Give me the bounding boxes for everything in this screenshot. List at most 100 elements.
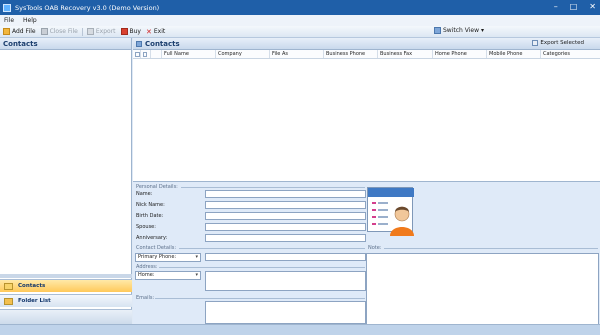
card-bullet [372, 209, 376, 211]
address-type-select[interactable]: Home: ▾ [135, 271, 201, 280]
left-pane-header: Contacts [0, 38, 131, 50]
menu-file[interactable]: File [4, 17, 14, 24]
export-selected-label: Export Selected [540, 40, 584, 46]
spouse-field[interactable] [205, 223, 366, 231]
anniversary-label: Anniversary: [136, 235, 168, 241]
person-avatar-icon [390, 206, 414, 236]
export-button[interactable]: Export [86, 28, 117, 35]
switch-view-label: Switch View [443, 27, 479, 34]
toolbar-separator [81, 27, 83, 36]
column-company[interactable]: Company [216, 50, 270, 58]
spouse-label: Spouse: [136, 224, 156, 230]
export-selected-icon [532, 40, 539, 46]
contacts-pane: Contacts Export Selected Full Name Compa… [133, 38, 600, 181]
add-file-icon [3, 28, 10, 35]
status-bar [0, 324, 600, 335]
card-bullet [372, 223, 376, 225]
nav-contacts-label: Contacts [18, 283, 46, 289]
column-business-phone[interactable]: Business Phone [324, 50, 378, 58]
left-pane: Contacts Contacts Folder List [0, 38, 132, 324]
left-pane-title: Contacts [3, 39, 38, 48]
note-field[interactable] [366, 253, 599, 325]
section-divider [159, 267, 365, 268]
switch-view-icon [434, 27, 441, 34]
chevron-down-icon: ▾ [195, 254, 198, 260]
emails-heading: Emails: [136, 295, 155, 301]
nick-name-label: Nick Name: [136, 202, 165, 208]
minimize-icon[interactable]: – [554, 2, 558, 12]
name-label: Name: [136, 191, 153, 197]
nav-folder-list-label: Folder List [18, 298, 51, 304]
contact-card-icon [367, 187, 414, 236]
note-heading: Note: [368, 245, 382, 251]
phone-type-value: Primary Phone: [138, 254, 177, 260]
export-icon [86, 28, 94, 35]
personal-details-heading: Personal Details: [136, 184, 178, 190]
exit-label: Exit [153, 28, 166, 35]
switch-view-button[interactable]: Switch View ▾ [434, 27, 484, 34]
buy-button[interactable]: Buy [120, 28, 142, 35]
section-divider [181, 187, 365, 188]
close-file-label: Close File [49, 28, 78, 35]
column-mobile-phone[interactable]: Mobile Phone [487, 50, 541, 58]
address-type-value: Home: [138, 272, 155, 278]
toolbar: Add File Close File Export Buy ✕ Exit Sw… [0, 26, 600, 38]
name-field[interactable] [205, 190, 366, 198]
close-file-button[interactable]: Close File [40, 28, 79, 35]
contacts-pane-title: Contacts [145, 39, 180, 48]
chevron-down-icon: ▾ [480, 27, 484, 34]
window-title: SysTools OAB Recovery v3.0 (Demo Version… [15, 3, 160, 12]
card-bullet [372, 216, 376, 218]
nav-contacts[interactable]: Contacts [0, 279, 132, 292]
exit-icon: ✕ [146, 27, 152, 36]
add-file-button[interactable]: Add File [2, 28, 37, 35]
section-divider [155, 298, 365, 299]
section-divider [384, 248, 598, 249]
maximize-icon[interactable]: □ [570, 2, 578, 12]
contacts-pane-header: Contacts Export Selected [133, 38, 600, 50]
contacts-icon [4, 282, 13, 290]
contact-details-panel: Personal Details: Name: Nick Name: Birth… [133, 181, 600, 325]
birth-date-field[interactable] [205, 212, 366, 220]
item-type-column-icon [151, 50, 162, 58]
address-field[interactable] [205, 271, 366, 291]
column-full-name[interactable]: Full Name [162, 50, 216, 58]
nav-folder-list[interactable]: Folder List [0, 294, 132, 307]
pane-splitter[interactable] [0, 274, 132, 278]
card-line [378, 216, 388, 218]
title-bar: SysTools OAB Recovery v3.0 (Demo Version… [0, 0, 600, 15]
add-file-label: Add File [12, 28, 36, 35]
column-business-fax[interactable]: Business Fax [378, 50, 433, 58]
contact-details-heading: Contact Details: [136, 245, 177, 251]
close-icon[interactable]: ✕ [589, 2, 596, 12]
nav-footer [0, 309, 132, 324]
anniversary-field[interactable] [205, 234, 366, 242]
phone-field[interactable] [205, 253, 366, 261]
column-home-phone[interactable]: Home Phone [433, 50, 487, 58]
select-all-checkbox[interactable] [133, 50, 141, 58]
card-line [378, 223, 388, 225]
cart-icon [120, 28, 128, 35]
menu-bar: File Help [0, 15, 600, 26]
attachment-column-icon [141, 50, 151, 58]
menu-help[interactable]: Help [23, 17, 37, 24]
exit-button[interactable]: ✕ Exit [145, 28, 166, 36]
emails-field[interactable] [205, 301, 366, 324]
card-line [378, 202, 388, 204]
contacts-column-header: Full Name Company File As Business Phone… [133, 50, 600, 59]
export-selected-button[interactable]: Export Selected [532, 40, 584, 46]
close-file-icon [40, 28, 48, 35]
section-divider [179, 248, 365, 249]
phone-type-select[interactable]: Primary Phone: ▾ [135, 253, 201, 262]
app-icon [3, 3, 11, 12]
card-header-band [368, 188, 414, 197]
contacts-header-icon [136, 40, 142, 47]
column-file-as[interactable]: File As [270, 50, 324, 58]
window-controls: – □ ✕ [554, 2, 596, 12]
export-label: Export [95, 28, 116, 35]
folder-icon [4, 297, 13, 305]
buy-label: Buy [129, 28, 141, 35]
address-heading: Address: [136, 264, 158, 270]
column-categories[interactable]: Categories [541, 50, 599, 58]
nick-name-field[interactable] [205, 201, 366, 209]
